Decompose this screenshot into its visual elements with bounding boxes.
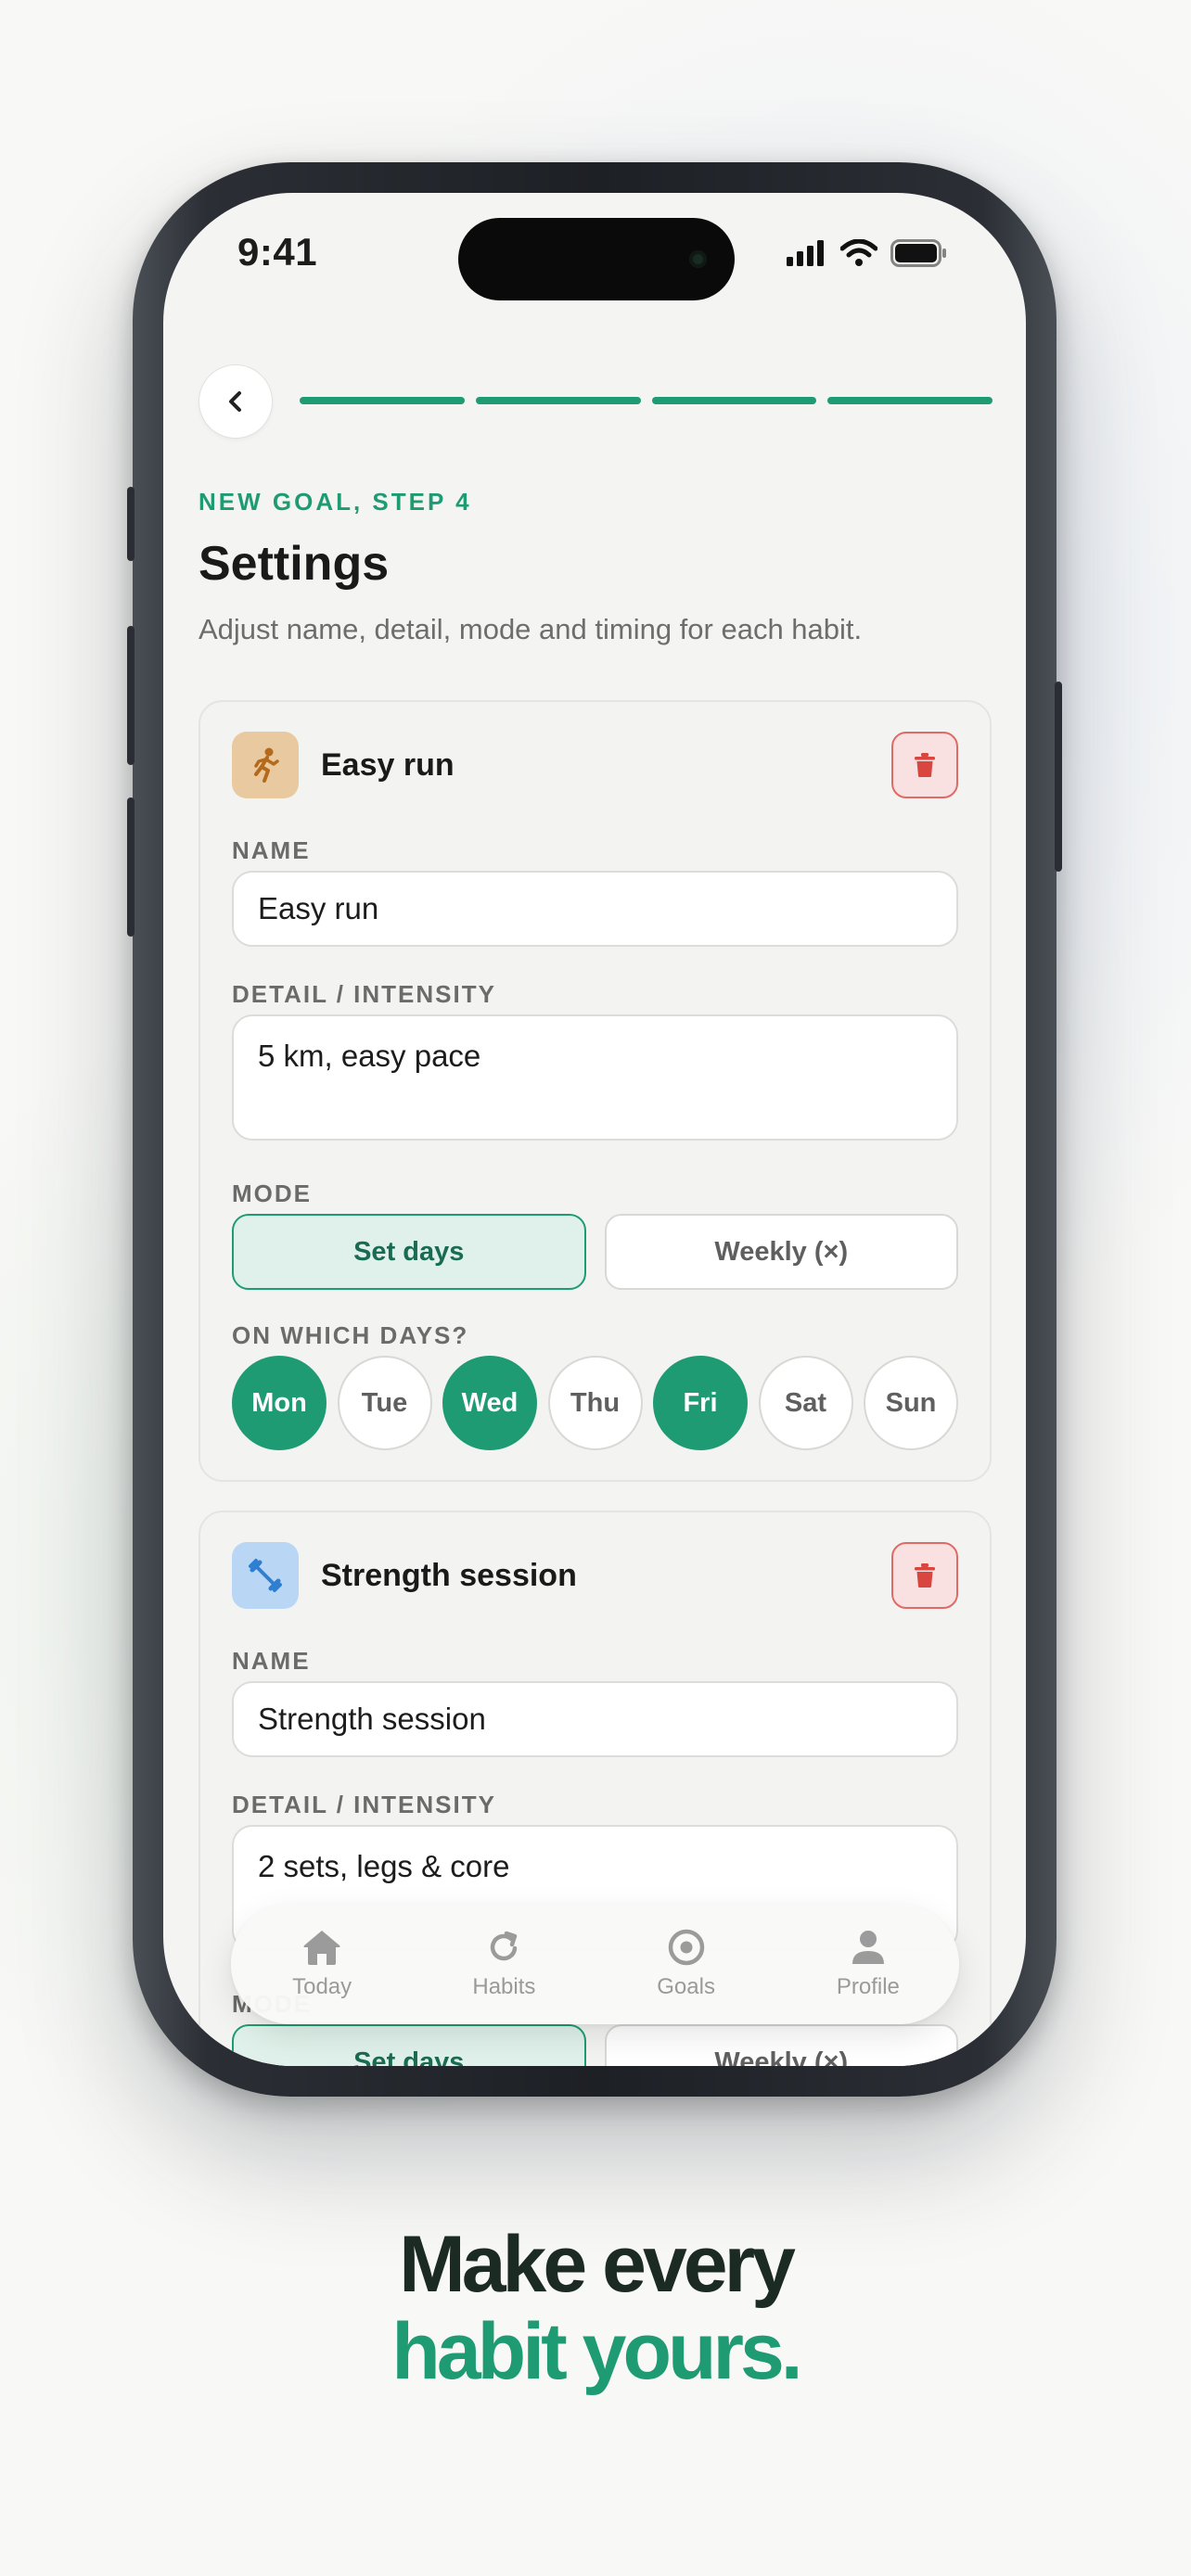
- tab-goals[interactable]: Goals: [617, 1928, 756, 2000]
- day-thu-toggle[interactable]: Thu: [547, 1356, 643, 1450]
- trash-icon: [915, 1563, 935, 1588]
- step-progress: [300, 397, 992, 404]
- screen: 9:41 NEW GOAL, STEP 4 Settings Adjust na…: [163, 193, 1026, 2066]
- back-button[interactable]: [198, 364, 273, 439]
- tab-today[interactable]: Today: [252, 1928, 391, 2000]
- delete-habit-button[interactable]: [891, 732, 958, 798]
- habit-card-header: Strength session: [232, 1542, 958, 1609]
- mode-weekly-button[interactable]: Weekly (×): [604, 1214, 958, 1290]
- name-label: NAME: [232, 836, 311, 864]
- day-tue-toggle[interactable]: Tue: [337, 1356, 432, 1450]
- days-label: ON WHICH DAYS?: [232, 1321, 469, 1349]
- person-icon: [852, 1931, 884, 1964]
- day-picker: Mon Tue Wed Thu Fri Sat Sun: [232, 1356, 958, 1450]
- step-label: NEW GOAL, STEP 4: [198, 488, 472, 516]
- volume-up-button: [127, 626, 134, 765]
- page-subtitle: Adjust name, detail, mode and timing for…: [198, 613, 863, 645]
- progress-segment: [651, 397, 817, 404]
- progress-segment: [827, 397, 992, 404]
- progress-segment: [475, 397, 641, 404]
- habit-title: Strength session: [321, 1557, 577, 1593]
- day-sat-toggle[interactable]: Sat: [758, 1356, 853, 1450]
- day-wed-toggle[interactable]: Wed: [442, 1356, 537, 1450]
- day-sun-toggle[interactable]: Sun: [864, 1356, 958, 1450]
- wifi-icon: [840, 239, 877, 266]
- target-icon: [668, 1929, 704, 1966]
- tab-label: Today: [292, 1974, 352, 1999]
- home-icon: [303, 1931, 340, 1965]
- name-input[interactable]: Strength session: [232, 1681, 958, 1757]
- mode-set-days-button[interactable]: Set days: [232, 1214, 586, 1290]
- tab-bar: Today Habits Goals Profile: [231, 1904, 959, 2024]
- chevron-left-icon: [229, 391, 241, 412]
- status-time: 9:41: [237, 230, 318, 274]
- phone-frame: 9:41 NEW GOAL, STEP 4 Settings Adjust na…: [127, 162, 1062, 2097]
- dynamic-island: [458, 218, 735, 300]
- tab-label: Profile: [836, 1974, 900, 1999]
- camera-icon: [689, 250, 707, 268]
- action-button: [127, 487, 134, 561]
- detail-label: DETAIL / INTENSITY: [232, 980, 496, 1008]
- tab-habits[interactable]: Habits: [434, 1928, 573, 2000]
- power-button: [1055, 682, 1062, 872]
- detail-label: DETAIL / INTENSITY: [232, 1791, 496, 1818]
- progress-segment: [300, 397, 465, 404]
- battery-icon: [890, 239, 946, 267]
- mode-selector: Set days Weekly (×): [232, 2024, 958, 2066]
- name-input[interactable]: Easy run: [232, 871, 958, 947]
- tagline-line2: habit yours.: [391, 2307, 802, 2396]
- signal-icon: [787, 240, 824, 266]
- page-title: Settings: [198, 537, 390, 591]
- mode-set-days-button[interactable]: Set days: [232, 2024, 586, 2066]
- mode-weekly-button[interactable]: Weekly (×): [604, 2024, 958, 2066]
- status-icons: [787, 239, 948, 267]
- delete-habit-button[interactable]: [891, 1542, 958, 1609]
- running-person-icon: [232, 732, 299, 798]
- day-fri-toggle[interactable]: Fri: [653, 1356, 748, 1450]
- habit-title: Easy run: [321, 746, 455, 783]
- mode-selector: Set days Weekly (×): [232, 1214, 958, 1290]
- trash-icon: [915, 753, 935, 777]
- habit-card-header: Easy run: [232, 732, 958, 798]
- habit-card-easy-run: Easy run NAME Easy run DETAIL / INTENSIT…: [198, 700, 992, 1482]
- volume-down-button: [127, 797, 134, 937]
- detail-textarea[interactable]: 5 km, easy pace: [232, 1014, 958, 1141]
- dumbbell-icon: [232, 1542, 299, 1609]
- day-mon-toggle[interactable]: Mon: [232, 1356, 327, 1450]
- tab-profile[interactable]: Profile: [799, 1928, 938, 2000]
- tab-label: Goals: [657, 1974, 715, 1999]
- refresh-icon: [491, 1931, 518, 1961]
- name-label: NAME: [232, 1647, 311, 1675]
- mode-label: MODE: [232, 1180, 312, 1207]
- tagline-line1: Make every: [399, 2220, 796, 2309]
- tab-label: Habits: [472, 1974, 536, 1999]
